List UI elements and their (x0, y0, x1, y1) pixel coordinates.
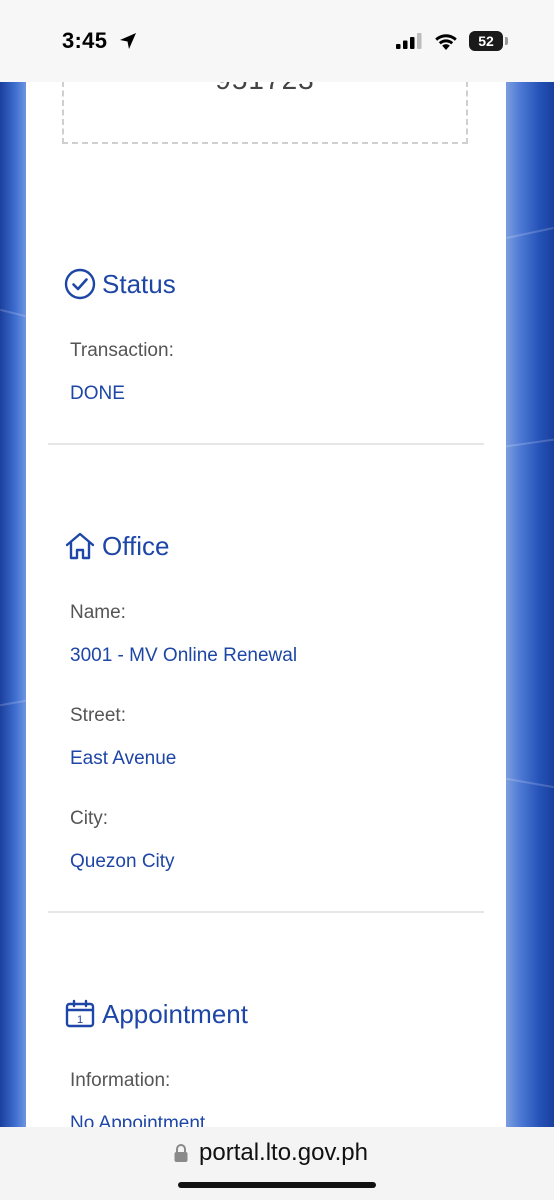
battery-cap (505, 37, 508, 45)
battery-icon: 52 (469, 31, 503, 51)
home-indicator[interactable] (178, 1182, 376, 1188)
background-right-stripe (506, 82, 554, 1127)
wifi-icon (435, 34, 457, 50)
status-time: 3:45 (62, 28, 108, 53)
office-street-value: East Avenue (70, 748, 177, 769)
status-bar: 3:45 52 (0, 0, 554, 82)
office-section-title: Office (64, 530, 169, 562)
transaction-card: 951723 Status Transaction: DONE Office N… (26, 82, 506, 1127)
transaction-value: DONE (70, 383, 125, 404)
office-street-label: Street: (70, 705, 126, 726)
appointment-section-title: 1 Appointment (64, 998, 248, 1030)
office-title-text: Office (102, 530, 170, 561)
browser-url-bar[interactable]: portal.lto.gov.ph (0, 1127, 554, 1200)
office-city-label: City: (70, 808, 108, 829)
transaction-label: Transaction: (70, 340, 174, 361)
office-name-value: 3001 - MV Online Renewal (70, 645, 298, 666)
appointment-info-value: No Appointment (70, 1113, 206, 1127)
office-city-value: Quezon City (70, 851, 175, 872)
calendar-icon: 1 (65, 999, 95, 1028)
section-divider (48, 443, 484, 445)
cellular-signal-icon (396, 33, 422, 49)
status-section-title: Status (64, 268, 176, 300)
appointment-info-label: Information: (70, 1070, 171, 1091)
calendar-day-number: 1 (77, 1014, 83, 1026)
location-arrow-icon (120, 33, 136, 49)
section-divider (48, 911, 484, 913)
url-text[interactable]: portal.lto.gov.ph (199, 1139, 368, 1167)
reference-code-box: 951723 (62, 82, 468, 144)
lock-icon (174, 1144, 188, 1162)
status-title-text: Status (102, 268, 176, 299)
home-icon (65, 532, 95, 560)
reference-code: 951723 (64, 82, 466, 96)
background-left-stripe (0, 82, 26, 1127)
check-circle-icon (64, 268, 96, 300)
office-name-label: Name: (70, 602, 126, 623)
appointment-title-text: Appointment (102, 998, 248, 1029)
